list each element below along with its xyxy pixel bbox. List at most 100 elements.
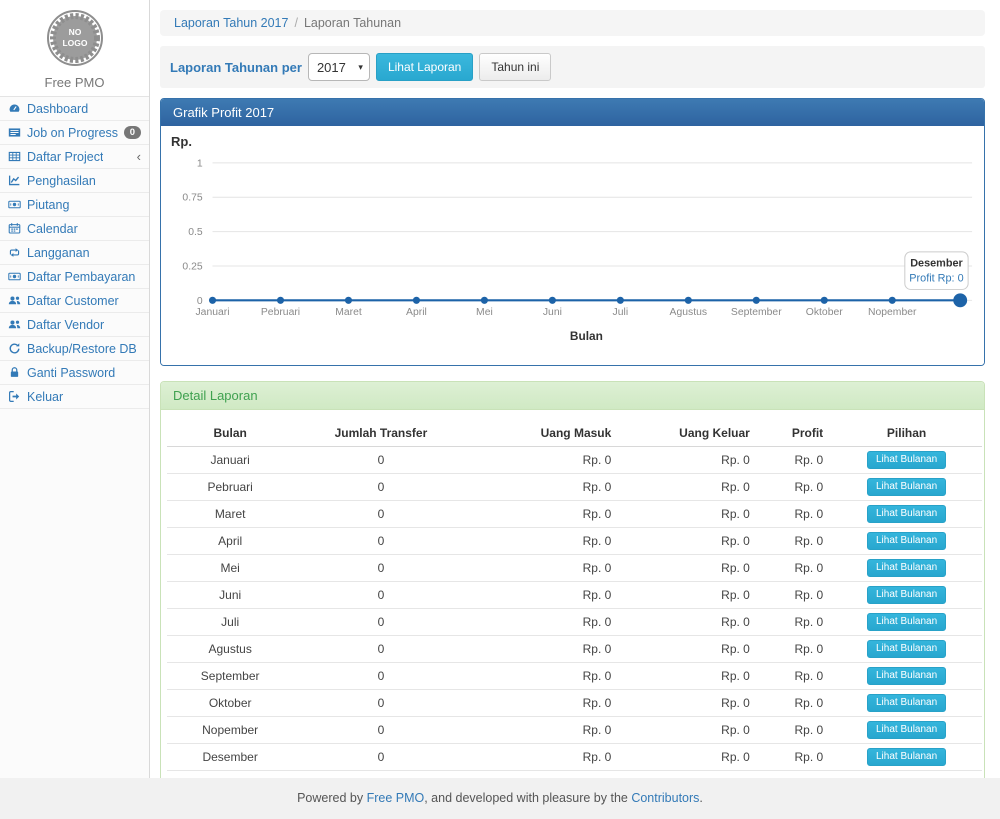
- status-badge: 0: [124, 126, 141, 139]
- data-point-januari[interactable]: [209, 297, 216, 304]
- view-monthly-button[interactable]: Lihat Bulanan: [867, 505, 946, 523]
- data-point-mei[interactable]: [481, 297, 488, 304]
- data-point-april[interactable]: [413, 297, 420, 304]
- sidebar-item-daftar-customer[interactable]: Daftar Customer: [0, 289, 149, 313]
- brand-name: Free PMO: [0, 75, 149, 90]
- cell-profit: Rp. 0: [758, 447, 831, 474]
- svg-text:Mei: Mei: [476, 307, 493, 318]
- cell-bulan: Agustus: [167, 636, 293, 663]
- sidebar-item-daftar-project[interactable]: Daftar Project‹: [0, 145, 149, 169]
- footer-text-prefix: Powered by: [297, 791, 366, 805]
- view-monthly-button[interactable]: Lihat Bulanan: [867, 532, 946, 550]
- view-monthly-button[interactable]: Lihat Bulanan: [867, 748, 946, 766]
- svg-text:Desember: Desember: [910, 258, 963, 270]
- cell-masuk: Rp. 0: [469, 501, 620, 528]
- year-select[interactable]: 2017 ▾: [308, 53, 370, 81]
- cell-pilihan: Lihat Bulanan: [831, 744, 982, 771]
- sidebar-item-label: Langganan: [27, 246, 90, 260]
- sidebar: NO LOGO Free PMO DashboardJob on Progres…: [0, 0, 150, 778]
- cell-keluar: Rp. 0: [619, 690, 758, 717]
- sign-out-icon: [8, 390, 21, 403]
- cell-profit: Rp. 0: [758, 582, 831, 609]
- view-monthly-button[interactable]: Lihat Bulanan: [867, 640, 946, 658]
- cell-bulan: April: [167, 528, 293, 555]
- sidebar-item-ganti-password[interactable]: Ganti Password: [0, 361, 149, 385]
- footer-link-free-pmo[interactable]: Free PMO: [367, 791, 425, 805]
- footer-link-contributors[interactable]: Contributors: [631, 791, 699, 805]
- table-row: Desember0Rp. 0Rp. 0Rp. 0Lihat Bulanan: [167, 744, 982, 771]
- cell-keluar: Rp. 0: [619, 474, 758, 501]
- sidebar-item-backup-restore-db[interactable]: Backup/Restore DB: [0, 337, 149, 361]
- total-cell-masuk: Rp. 0: [469, 771, 620, 779]
- cell-jumlah: 0: [293, 744, 468, 771]
- cell-bulan: Maret: [167, 501, 293, 528]
- data-point-juli[interactable]: [617, 297, 624, 304]
- data-point-nopember[interactable]: [889, 297, 896, 304]
- svg-text:Nopember: Nopember: [868, 307, 917, 318]
- view-monthly-button[interactable]: Lihat Bulanan: [867, 667, 946, 685]
- cell-pilihan: Lihat Bulanan: [831, 636, 982, 663]
- cell-keluar: Rp. 0: [619, 609, 758, 636]
- data-point-agustus[interactable]: [685, 297, 692, 304]
- view-monthly-button[interactable]: Lihat Bulanan: [867, 613, 946, 631]
- svg-text:Oktober: Oktober: [806, 307, 843, 318]
- cell-jumlah: 0: [293, 609, 468, 636]
- view-monthly-button[interactable]: Lihat Bulanan: [867, 559, 946, 577]
- sidebar-item-label: Daftar Project: [27, 150, 103, 164]
- sidebar-item-piutang[interactable]: Piutang: [0, 193, 149, 217]
- chart-panel-body: Rp. 10.750.50.250JanuariPebruariMaretApr…: [161, 126, 984, 365]
- cell-profit: Rp. 0: [758, 717, 831, 744]
- cell-keluar: Rp. 0: [619, 744, 758, 771]
- svg-text:0: 0: [197, 296, 203, 307]
- profit-line-chart: 10.750.50.250JanuariPebruariMaretAprilMe…: [169, 149, 980, 357]
- table-icon: [8, 150, 21, 163]
- data-point-desember[interactable]: [953, 293, 967, 307]
- cell-jumlah: 0: [293, 717, 468, 744]
- sidebar-item-daftar-vendor[interactable]: Daftar Vendor: [0, 313, 149, 337]
- cell-pilihan: Lihat Bulanan: [831, 474, 982, 501]
- detail-report-panel: Detail Laporan BulanJumlah TransferUang …: [160, 381, 985, 778]
- this-year-button[interactable]: Tahun ini: [479, 53, 551, 81]
- sidebar-item-job-on-progress[interactable]: Job on Progress0: [0, 121, 149, 145]
- cell-profit: Rp. 0: [758, 663, 831, 690]
- cell-bulan: September: [167, 663, 293, 690]
- sidebar-item-penghasilan[interactable]: Penghasilan: [0, 169, 149, 193]
- cell-masuk: Rp. 0: [469, 555, 620, 582]
- view-monthly-button[interactable]: Lihat Bulanan: [867, 694, 946, 712]
- sidebar-item-dashboard[interactable]: Dashboard: [0, 97, 149, 121]
- data-point-september[interactable]: [753, 297, 760, 304]
- data-point-oktober[interactable]: [821, 297, 828, 304]
- data-point-maret[interactable]: [345, 297, 352, 304]
- year-select-value: 2017: [317, 60, 346, 75]
- cell-pilihan: Lihat Bulanan: [831, 717, 982, 744]
- cell-masuk: Rp. 0: [469, 717, 620, 744]
- breadcrumb-link-laporan-tahun[interactable]: Laporan Tahun 2017: [174, 16, 288, 30]
- cell-bulan: Oktober: [167, 690, 293, 717]
- view-report-button[interactable]: Lihat Laporan: [376, 53, 473, 81]
- table-row: Juni0Rp. 0Rp. 0Rp. 0Lihat Bulanan: [167, 582, 982, 609]
- sidebar-item-label: Keluar: [27, 390, 63, 404]
- data-point-pebruari[interactable]: [277, 297, 284, 304]
- cell-profit: Rp. 0: [758, 609, 831, 636]
- sidebar-item-calendar[interactable]: Calendar: [0, 217, 149, 241]
- view-monthly-button[interactable]: Lihat Bulanan: [867, 478, 946, 496]
- view-monthly-button[interactable]: Lihat Bulanan: [867, 586, 946, 604]
- table-total-row: Total0Rp. 0Rp. 0Rp. 0: [167, 771, 982, 779]
- sidebar-item-label: Backup/Restore DB: [27, 342, 137, 356]
- cell-pilihan: Lihat Bulanan: [831, 582, 982, 609]
- footer-text-suffix: .: [699, 791, 702, 805]
- sidebar-item-langganan[interactable]: Langganan: [0, 241, 149, 265]
- cell-masuk: Rp. 0: [469, 744, 620, 771]
- page-footer: Powered by Free PMO, and developed with …: [0, 778, 1000, 819]
- cell-keluar: Rp. 0: [619, 555, 758, 582]
- sidebar-item-label: Daftar Pembayaran: [27, 270, 135, 284]
- cell-profit: Rp. 0: [758, 555, 831, 582]
- view-monthly-button[interactable]: Lihat Bulanan: [867, 451, 946, 469]
- cell-keluar: Rp. 0: [619, 447, 758, 474]
- sidebar-item-label: Calendar: [27, 222, 78, 236]
- view-monthly-button[interactable]: Lihat Bulanan: [867, 721, 946, 739]
- sidebar-item-keluar[interactable]: Keluar: [0, 385, 149, 409]
- sidebar-item-daftar-pembayaran[interactable]: Daftar Pembayaran: [0, 265, 149, 289]
- cell-pilihan: Lihat Bulanan: [831, 528, 982, 555]
- data-point-juni[interactable]: [549, 297, 556, 304]
